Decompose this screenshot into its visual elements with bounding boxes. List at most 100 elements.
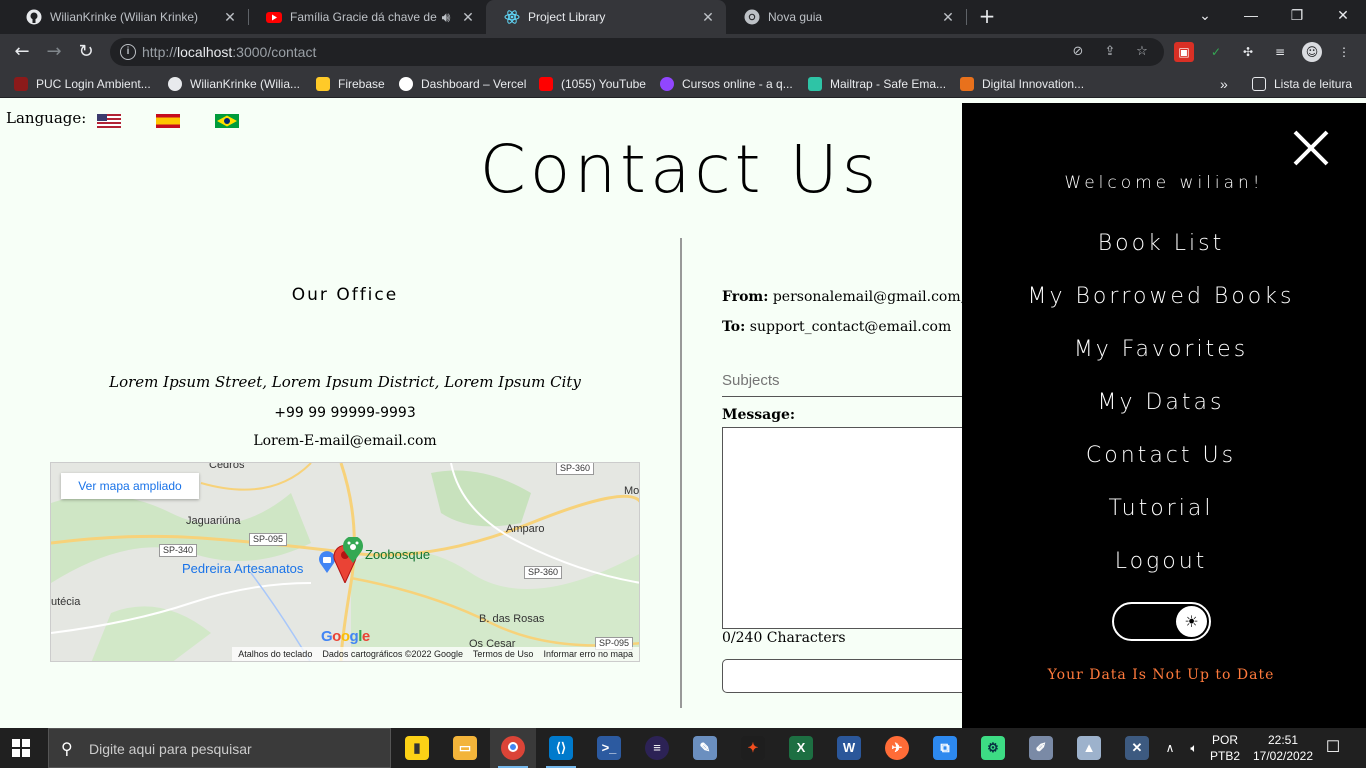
data-warning[interactable]: Your Data Is Not Up to Date — [962, 667, 1360, 683]
new-tab-button[interactable]: + — [976, 5, 998, 27]
submit-button[interactable] — [722, 659, 982, 693]
reload-icon[interactable]: ↻ — [74, 40, 98, 64]
menu-item-borrowed-books[interactable]: My Borrowed Books — [962, 284, 1360, 309]
bookmark-item[interactable]: Firebase — [316, 75, 385, 93]
taskbar-search[interactable]: ⚲ Digite aqui para pesquisar — [48, 728, 391, 768]
show-hidden-icons-icon[interactable]: ∧ — [1160, 728, 1180, 768]
share-icon[interactable]: ⇪ — [1102, 44, 1118, 60]
excel-app[interactable]: X — [778, 728, 824, 768]
info-icon[interactable]: i — [120, 44, 136, 60]
theme-toggle[interactable]: ☀ — [1112, 602, 1211, 641]
windows-start-icon[interactable] — [12, 739, 30, 757]
powershell-app[interactable]: >_ — [586, 728, 632, 768]
tab-search-icon[interactable]: ⌄ — [1182, 0, 1228, 30]
dev-app[interactable]: ✕ — [1114, 728, 1160, 768]
close-tab-icon[interactable]: ✕ — [940, 9, 956, 26]
photo-app[interactable]: ▲ — [1066, 728, 1112, 768]
browser-tab-strip: WilianKrinke (Wilian Krinke) ✕ Família G… — [0, 0, 1366, 34]
zoo-pin-icon[interactable] — [341, 537, 365, 563]
close-window-button[interactable]: ✕ — [1320, 0, 1366, 30]
keyboard-shortcuts-link[interactable]: Atalhos do teclado — [238, 649, 312, 659]
side-menu: Welcome wilian! Book List My Borrowed Bo… — [962, 103, 1366, 728]
tab-project-library[interactable]: Project Library ✕ — [486, 0, 726, 34]
spain-flag-icon[interactable] — [156, 114, 180, 128]
menu-item-logout[interactable]: Logout — [962, 549, 1360, 574]
notifications-icon[interactable]: ☐ — [1322, 728, 1344, 768]
extension-icon[interactable]: ▣ — [1174, 42, 1194, 62]
close-tab-icon[interactable]: ✕ — [700, 9, 716, 26]
drawing-app[interactable]: ✐ — [1018, 728, 1064, 768]
menu-item-contact-us[interactable]: Contact Us — [962, 443, 1360, 468]
back-arrow-icon[interactable]: ← — [10, 40, 34, 64]
office-phone: +99 99 99999-9993 — [274, 405, 416, 421]
postman-app[interactable]: ✈ — [874, 728, 920, 768]
kebab-menu-icon[interactable]: ⋮ — [1334, 42, 1354, 62]
road-shield: SP-360 — [556, 463, 595, 475]
volume-icon[interactable]: 🔈︎ — [1184, 728, 1204, 768]
chrome-app[interactable] — [490, 728, 536, 768]
bookmark-item[interactable]: Dashboard – Vercel — [399, 75, 526, 93]
map-place-label: utécia — [51, 596, 81, 608]
vscode-app[interactable]: ⟨⟩ — [538, 728, 584, 768]
menu-item-favorites[interactable]: My Favorites — [962, 337, 1360, 362]
google-map[interactable]: Ver mapa ampliado Cedros Jaguariúna Pedr… — [50, 462, 640, 662]
snip-app[interactable]: ⧉ — [922, 728, 968, 768]
url-text[interactable]: http://localhost:3000/contact — [142, 44, 316, 60]
from-line: From: personalemail@gmail.com, — [722, 289, 966, 305]
subject-input[interactable] — [722, 365, 982, 397]
address-bar[interactable]: i http://localhost:3000/contact ⊘ ⇪ ☆ — [110, 38, 1164, 66]
bookmarks-bar: PUC Login Ambient... WilianKrinke (Wilia… — [0, 70, 1366, 98]
close-tab-icon[interactable]: ✕ — [222, 9, 238, 26]
file-explorer-app[interactable]: ▭ — [442, 728, 488, 768]
bookmark-item[interactable]: WilianKrinke (Wilia... — [168, 75, 300, 93]
eye-off-icon[interactable]: ⊘ — [1070, 44, 1086, 60]
view-larger-map-button[interactable]: Ver mapa ampliado — [61, 473, 199, 499]
reading-list-button[interactable]: Lista de leitura — [1252, 75, 1352, 93]
bookmark-item[interactable]: Mailtrap - Safe Ema... — [808, 75, 946, 93]
minimize-button[interactable]: — — [1228, 0, 1274, 30]
close-icon[interactable] — [1292, 129, 1330, 167]
office-address: Lorem Ipsum Street, Lorem Ipsum District… — [109, 373, 581, 391]
map-place-label: Pedreira Artesanatos — [182, 561, 304, 576]
word-app[interactable]: W — [826, 728, 872, 768]
tab-youtube[interactable]: Família Gracie dá chave de p 🔊︎ ✕ — [248, 0, 486, 34]
forward-arrow-icon[interactable]: → — [42, 40, 66, 64]
clock[interactable]: 22:51 17/02/2022 — [1250, 732, 1316, 766]
tab-github[interactable]: WilianKrinke (Wilian Krinke) ✕ — [8, 0, 248, 34]
sticky-notes-app[interactable]: ▮ — [394, 728, 440, 768]
extension-icon[interactable]: ✓ — [1206, 42, 1226, 62]
bookmark-item[interactable]: Cursos online - a q... — [660, 75, 793, 93]
message-textarea[interactable] — [722, 427, 982, 629]
bookmark-item[interactable]: (1055) YouTube — [539, 75, 646, 93]
close-tab-icon[interactable]: ✕ — [460, 9, 476, 26]
bookmark-star-icon[interactable]: ☆ — [1134, 44, 1150, 60]
menu-item-tutorial[interactable]: Tutorial — [962, 496, 1360, 521]
maximize-button[interactable]: ❐ — [1274, 0, 1320, 30]
bookmark-item[interactable]: Digital Innovation... — [960, 75, 1084, 93]
map-place-label: Zoobosque — [365, 547, 431, 562]
more-bookmarks-icon[interactable]: » — [1220, 75, 1228, 93]
eclipse-app[interactable]: ≡ — [634, 728, 680, 768]
map-place-label: Cedros — [209, 462, 245, 471]
brazil-flag-icon[interactable] — [215, 114, 239, 128]
paint-app[interactable]: ✎ — [682, 728, 728, 768]
report-error-link[interactable]: Informar erro no mapa — [543, 649, 633, 659]
tab-new-tab[interactable]: Nova guia ✕ — [726, 0, 966, 34]
page-title: Contact Us — [479, 131, 881, 208]
google-logo: Google — [321, 628, 370, 645]
speaker-icon: 🔊︎ — [441, 8, 451, 25]
android-studio-app[interactable]: ⚙ — [970, 728, 1016, 768]
menu-item-my-datas[interactable]: My Datas — [962, 390, 1360, 415]
chrome-icon — [744, 9, 760, 25]
to-line: To: support_contact@email.com — [722, 319, 952, 335]
bookmark-item[interactable]: PUC Login Ambient... — [14, 75, 151, 93]
menu-item-book-list[interactable]: Book List — [962, 231, 1360, 256]
us-flag-icon[interactable] — [97, 114, 121, 128]
figma-app[interactable]: ✦ — [730, 728, 776, 768]
column-divider — [680, 238, 682, 708]
media-control-icon[interactable]: ≡ — [1270, 42, 1290, 62]
avatar[interactable]: ☺ — [1302, 42, 1322, 62]
terms-link[interactable]: Termos de Uso — [473, 649, 534, 659]
keyboard-language[interactable]: POR PTB2 — [1210, 732, 1240, 766]
puzzle-icon[interactable]: ✣ — [1238, 42, 1258, 62]
